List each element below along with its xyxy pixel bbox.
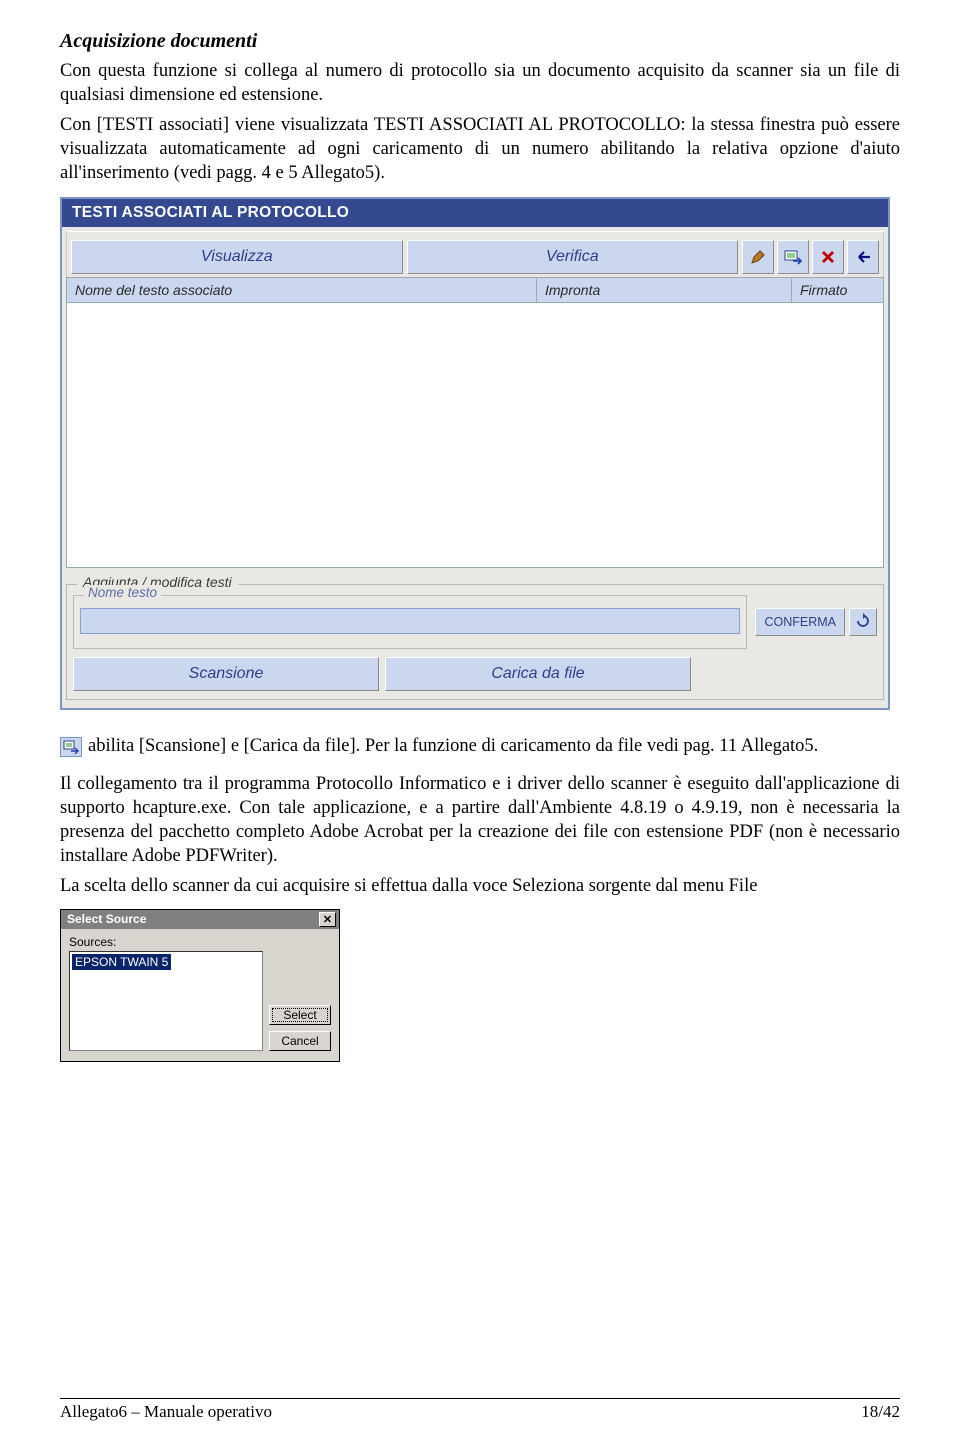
carica-da-file-button[interactable]: Carica da file bbox=[385, 657, 691, 691]
spacer bbox=[697, 657, 877, 691]
delete-icon bbox=[821, 250, 835, 264]
cancel-button[interactable]: Cancel bbox=[269, 1031, 331, 1051]
acquire-icon-button[interactable] bbox=[777, 240, 809, 274]
dialog-close-button[interactable]: ✕ bbox=[319, 912, 336, 927]
col-nome: Nome del testo associato bbox=[67, 278, 537, 302]
acquire-hint-text: abilita [Scansione] e [Carica da file]. … bbox=[88, 734, 818, 758]
acquire-hint-line: abilita [Scansione] e [Carica da file]. … bbox=[60, 734, 900, 758]
page-footer: Allegato6 – Manuale operativo 18/42 bbox=[60, 1398, 900, 1422]
refresh-icon bbox=[855, 613, 871, 632]
visualizza-button[interactable]: Visualizza bbox=[71, 240, 403, 274]
col-impronta: Impronta bbox=[537, 278, 792, 302]
back-icon-button[interactable] bbox=[847, 240, 879, 274]
acquire-mini-icon bbox=[60, 737, 82, 757]
edit-icon-button[interactable] bbox=[742, 240, 774, 274]
intro-paragraph-1: Con questa funzione si collega al numero… bbox=[60, 59, 900, 107]
panel-title: TESTI ASSOCIATI AL PROTOCOLLO bbox=[62, 199, 888, 227]
refresh-button[interactable] bbox=[849, 608, 877, 636]
intro-paragraph-2: Con [TESTI associati] viene visualizzata… bbox=[60, 113, 900, 185]
close-icon: ✕ bbox=[323, 913, 332, 926]
conferma-button[interactable]: CONFERMA bbox=[755, 608, 845, 636]
col-firmato: Firmato bbox=[792, 278, 883, 302]
table-header: Nome del testo associato Impronta Firmat… bbox=[66, 277, 884, 303]
footer-right: 18/42 bbox=[861, 1402, 900, 1422]
delete-icon-button[interactable] bbox=[812, 240, 844, 274]
nome-testo-input[interactable] bbox=[80, 608, 740, 634]
select-source-dialog: Select Source ✕ Sources: EPSON TWAIN 5 S… bbox=[60, 909, 340, 1062]
nome-testo-legend: Nome testo bbox=[84, 585, 161, 600]
table-body-empty bbox=[66, 303, 884, 568]
testi-associati-panel: TESTI ASSOCIATI AL PROTOCOLLO Visualizza… bbox=[60, 197, 890, 710]
panel-toolbar: Visualizza Verifica bbox=[66, 231, 884, 278]
body-paragraph-4: La scelta dello scanner da cui acquisire… bbox=[60, 874, 900, 898]
sources-listbox[interactable]: EPSON TWAIN 5 bbox=[69, 951, 263, 1051]
footer-left: Allegato6 – Manuale operativo bbox=[60, 1402, 272, 1422]
source-item-selected[interactable]: EPSON TWAIN 5 bbox=[72, 954, 171, 970]
dialog-title: Select Source bbox=[67, 912, 146, 926]
pencil-icon bbox=[750, 249, 766, 265]
verifica-button[interactable]: Verifica bbox=[407, 240, 739, 274]
select-button[interactable]: Select bbox=[269, 1005, 331, 1025]
back-arrow-icon bbox=[855, 250, 871, 264]
acquire-icon bbox=[784, 249, 802, 265]
sources-label: Sources: bbox=[69, 935, 263, 949]
aggiunta-modifica-fieldset: Aggiunta / modifica testi Nome testo CON… bbox=[66, 584, 884, 700]
scansione-button[interactable]: Scansione bbox=[73, 657, 379, 691]
nome-testo-group: Nome testo bbox=[73, 595, 747, 649]
section-heading: Acquisizione documenti bbox=[60, 30, 900, 53]
body-paragraph-3: Il collegamento tra il programma Protoco… bbox=[60, 772, 900, 868]
